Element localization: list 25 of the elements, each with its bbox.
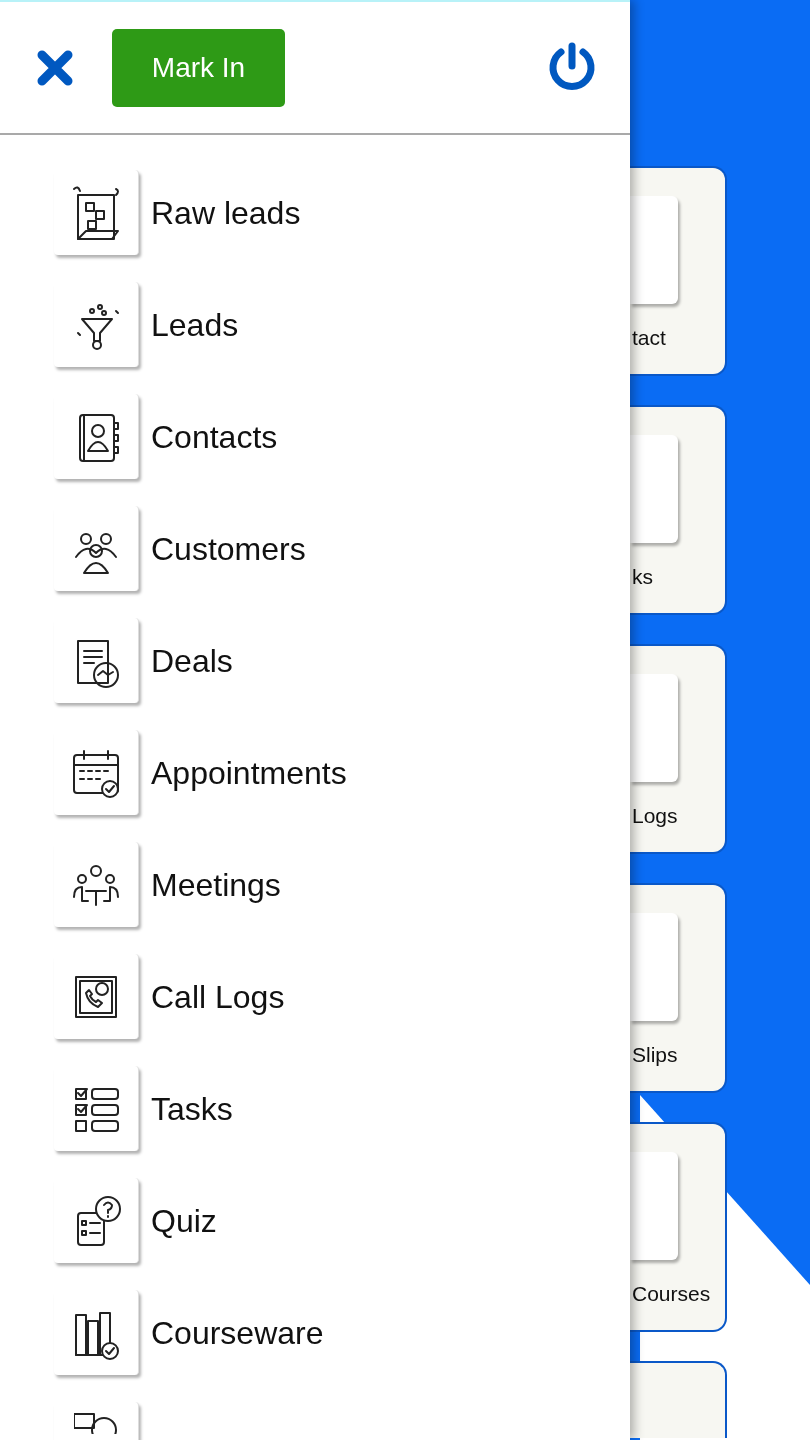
- menu-item[interactable]: Call Logs: [151, 972, 285, 1021]
- card-label: Logs: [631, 803, 678, 829]
- menu-item[interactable]: Deals: [151, 636, 233, 685]
- menu-item[interactable]: Quiz: [151, 1196, 217, 1245]
- mark-in-button[interactable]: Mark In: [112, 28, 285, 107]
- menu-item[interactable]: Customers: [151, 524, 306, 573]
- card-label: ks: [631, 564, 653, 590]
- app-card[interactable]: ks: [630, 405, 727, 615]
- card-label: Courses: [631, 1281, 711, 1307]
- card-label: tact: [631, 325, 666, 351]
- power-icon[interactable]: [547, 42, 597, 93]
- app-card[interactable]: [630, 1361, 727, 1438]
- app-card[interactable]: Slips: [630, 883, 727, 1093]
- app-card[interactable]: Logs: [630, 644, 727, 854]
- menu-item[interactable]: Appointments: [151, 748, 347, 797]
- menu-item[interactable]: Tasks: [151, 1084, 233, 1133]
- menu-item[interactable]: Contacts: [151, 412, 278, 461]
- close-icon[interactable]: [37, 49, 73, 86]
- app-card[interactable]: tact: [630, 166, 727, 376]
- card-label: Slips: [631, 1042, 678, 1068]
- menu-item[interactable]: Leads: [151, 300, 239, 349]
- menu-item[interactable]: Courseware: [151, 1308, 324, 1357]
- app-card[interactable]: Courses: [630, 1122, 727, 1332]
- menu-item[interactable]: Meetings: [151, 860, 281, 909]
- menu-item[interactable]: Raw leads: [151, 188, 301, 237]
